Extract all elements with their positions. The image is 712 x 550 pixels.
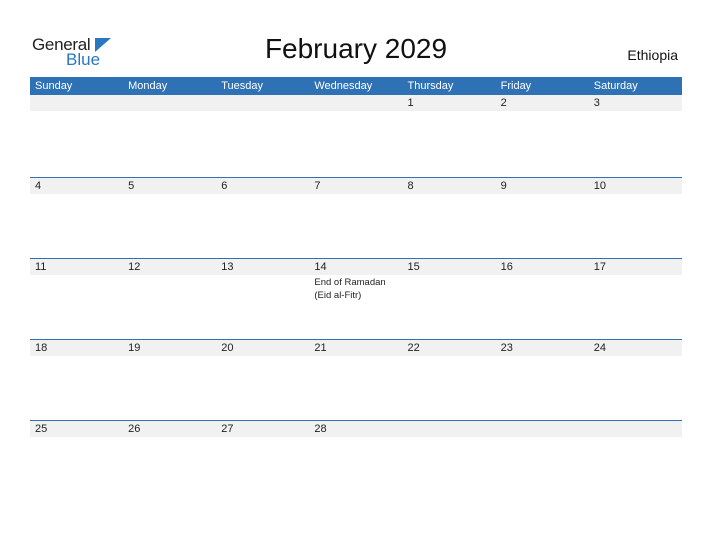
week-row: 25 26 27 28 xyxy=(30,420,682,501)
day-number: 24 xyxy=(593,342,606,354)
day-cell: 14 End of Ramadan (Eid al-Fitr) xyxy=(309,259,402,302)
day-number: 17 xyxy=(593,261,606,273)
day-number: 12 xyxy=(128,261,141,273)
week-row: 11 12 13 14 End of Ramadan (Eid al-Fitr) 15 16… xyxy=(30,258,682,339)
day-number: 16 xyxy=(500,261,513,273)
day-number: 23 xyxy=(500,342,513,354)
day-cell: 7 xyxy=(309,178,402,194)
day-cell: 20 xyxy=(216,340,309,356)
day-cell: 15 xyxy=(403,259,496,302)
country-label: Ethiopia xyxy=(627,47,678,63)
weeks-container: 1 2 3 4 5 6 7 8 9 10 11 12 13 14 End of Ramadan (Eid a… xyxy=(30,95,682,501)
week-row: 4 5 6 7 8 9 10 xyxy=(30,177,682,258)
day-number: 20 xyxy=(221,342,234,354)
day-cell: 6 xyxy=(216,178,309,194)
day-cell: 17 xyxy=(589,259,682,302)
day-number: 28 xyxy=(314,423,327,435)
day-cell xyxy=(589,421,682,437)
day-number: 27 xyxy=(221,423,234,435)
day-cell: 11 xyxy=(30,259,123,302)
day-cell xyxy=(403,421,496,437)
day-cell xyxy=(123,95,216,111)
day-cell: 26 xyxy=(123,421,216,437)
day-cell: 28 xyxy=(309,421,402,437)
day-cell: 24 xyxy=(589,340,682,356)
day-number: 21 xyxy=(314,342,327,354)
day-cell xyxy=(30,95,123,111)
weekday-thursday: Thursday xyxy=(407,80,454,92)
day-cell: 4 xyxy=(30,178,123,194)
day-number: 19 xyxy=(128,342,141,354)
day-number: 9 xyxy=(500,180,507,192)
day-number: 13 xyxy=(221,261,234,273)
weekday-friday: Friday xyxy=(500,80,532,92)
day-cell: 2 xyxy=(496,95,589,111)
day-number: 8 xyxy=(407,180,414,192)
day-number: 18 xyxy=(35,342,48,354)
week-cells: 4 5 6 7 8 9 10 xyxy=(30,178,682,194)
day-cell: 12 xyxy=(123,259,216,302)
day-number: 10 xyxy=(593,180,606,192)
day-number: 3 xyxy=(593,97,600,109)
day-cell xyxy=(309,95,402,111)
day-cell: 22 xyxy=(403,340,496,356)
week-cells: 11 12 13 14 End of Ramadan (Eid al-Fitr) 15 16… xyxy=(30,259,682,302)
weekday-saturday: Saturday xyxy=(593,80,638,92)
day-cell: 10 xyxy=(589,178,682,194)
day-cell: 3 xyxy=(589,95,682,111)
weekday-sunday: Sunday xyxy=(35,80,73,92)
day-cell: 5 xyxy=(123,178,216,194)
calendar-title: February 2029 xyxy=(264,33,448,64)
day-number: 5 xyxy=(128,180,135,192)
day-cell: 18 xyxy=(30,340,123,356)
week-cells: 18 19 20 21 22 23 24 xyxy=(30,340,682,356)
day-number: 26 xyxy=(128,423,141,435)
day-number: 25 xyxy=(35,423,48,435)
day-number: 1 xyxy=(407,97,414,109)
day-cell: 19 xyxy=(123,340,216,356)
week-row: 18 19 20 21 22 23 24 xyxy=(30,339,682,420)
weekday-monday: Monday xyxy=(128,80,168,92)
day-cell: 8 xyxy=(403,178,496,194)
day-number: 15 xyxy=(407,261,420,273)
week-cells: 25 26 27 28 xyxy=(30,421,682,437)
holiday-event: End of Ramadan (Eid al-Fitr) xyxy=(314,277,386,301)
day-cell: 16 xyxy=(496,259,589,302)
day-cell: 27 xyxy=(216,421,309,437)
calendar-grid: Sunday Monday Tuesday Wednesday Thursday… xyxy=(30,77,682,501)
day-number: 7 xyxy=(314,180,321,192)
weekday-wednesday: Wednesday xyxy=(314,80,373,92)
day-number: 14 xyxy=(314,261,327,273)
day-number: 4 xyxy=(35,180,42,192)
day-cell: 1 xyxy=(403,95,496,111)
week-cells: 1 2 3 xyxy=(30,95,682,111)
day-cell xyxy=(216,95,309,111)
day-cell: 9 xyxy=(496,178,589,194)
day-cell: 13 xyxy=(216,259,309,302)
day-cell: 25 xyxy=(30,421,123,437)
day-number: 6 xyxy=(221,180,228,192)
day-number: 2 xyxy=(500,97,507,109)
day-cell: 21 xyxy=(309,340,402,356)
week-row: 1 2 3 xyxy=(30,95,682,177)
weekday-header: Sunday Monday Tuesday Wednesday Thursday… xyxy=(30,77,682,95)
day-cell: 23 xyxy=(496,340,589,356)
weekday-tuesday: Tuesday xyxy=(221,80,264,92)
day-number: 22 xyxy=(407,342,420,354)
day-cell xyxy=(496,421,589,437)
day-number: 11 xyxy=(35,261,47,273)
